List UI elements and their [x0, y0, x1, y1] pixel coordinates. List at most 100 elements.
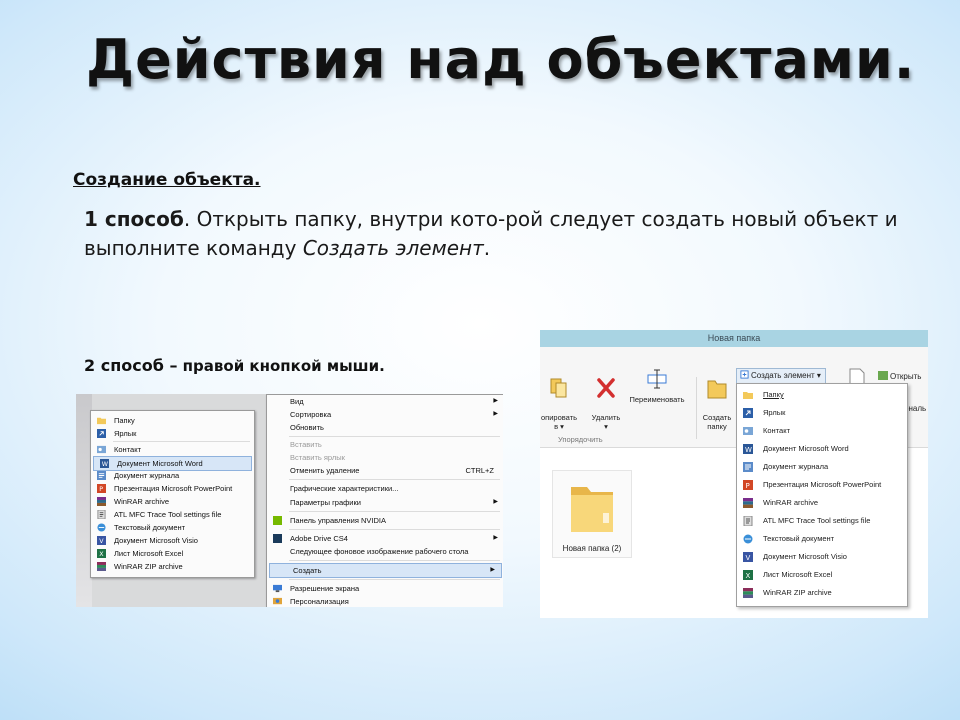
dropdown-item-winrar[interactable]: WinRAR archive — [737, 494, 907, 512]
dropdown-item-word[interactable]: W Документ Microsoft Word — [737, 440, 907, 458]
new-item-button[interactable]: Создать элемент ▾ — [736, 368, 826, 384]
personalize-icon — [273, 597, 282, 605]
menu-item-paste-shortcut[interactable]: Вставить ярлык — [267, 451, 503, 464]
journal-icon — [743, 462, 753, 472]
method-2-body: правой кнопкой мыши. — [177, 357, 385, 375]
contact-icon — [97, 445, 106, 454]
menu-item-adobe-drive[interactable]: Adobe Drive CS4 ▶ — [267, 532, 503, 545]
text-document-icon — [743, 534, 753, 544]
menu-item-refresh[interactable]: Обновить — [267, 421, 503, 434]
new-folder-button[interactable]: Создать папку — [698, 367, 736, 431]
rename-icon — [647, 369, 667, 389]
winrar-icon — [97, 497, 106, 506]
method-1-lead: 1 способ — [84, 207, 184, 231]
menu-item-sort[interactable]: Сортировка ▶ — [267, 408, 503, 421]
submenu-item-powerpoint[interactable]: P Презентация Microsoft PowerPoint — [91, 482, 254, 495]
contact-icon — [743, 427, 753, 435]
menu-separator — [289, 479, 500, 480]
word-icon: W — [100, 459, 109, 468]
menu-item-view[interactable]: Вид ▶ — [267, 395, 503, 408]
dropdown-item-shortcut[interactable]: Ярлык — [737, 404, 907, 422]
dropdown-item-winrar-zip[interactable]: WinRAR ZIP archive — [737, 584, 907, 602]
svg-text:P: P — [99, 486, 103, 493]
method-1-body: . Открыть папку, внутри кото-рой следует… — [84, 207, 898, 260]
folder-icon — [571, 487, 613, 532]
window-title: Новая папка — [540, 330, 928, 347]
delete-x-icon — [597, 378, 615, 398]
chevron-right-icon: ▶ — [493, 411, 498, 417]
menu-separator — [289, 436, 500, 437]
method-1-end: . — [483, 236, 491, 260]
submenu-item-atl-settings[interactable]: ATL MFC Trace Tool settings file — [91, 508, 254, 521]
delete-button[interactable]: Удалить ▾ — [588, 367, 624, 431]
chevron-right-icon: ▶ — [493, 499, 498, 505]
submenu-item-visio[interactable]: V Документ Microsoft Visio — [91, 534, 254, 547]
menu-separator — [289, 511, 500, 512]
submenu-item-folder[interactable]: Папку — [91, 414, 254, 427]
submenu-item-text-document[interactable]: Текстовый документ — [91, 521, 254, 534]
menu-item-personalize[interactable]: Персонализация — [267, 595, 503, 607]
dropdown-item-atl-settings[interactable]: ATL MFC Trace Tool settings file — [737, 512, 907, 530]
rename-button[interactable]: Переименовать — [622, 367, 692, 404]
svg-text:W: W — [745, 446, 752, 454]
chevron-right-icon: ▶ — [493, 535, 498, 541]
svg-text:V: V — [99, 538, 104, 545]
excel-icon: X — [97, 549, 106, 558]
menu-item-resolution[interactable]: Разрешение экрана — [267, 582, 503, 595]
dropdown-item-powerpoint[interactable]: P Презентация Microsoft PowerPoint — [737, 476, 907, 494]
dropdown-item-folder[interactable]: Папку — [737, 386, 907, 404]
nvidia-icon — [273, 516, 282, 525]
create-submenu: Папку Ярлык Контакт W Документ Microsoft… — [90, 410, 255, 578]
open-button[interactable]: Открыть — [878, 371, 921, 381]
display-icon — [273, 584, 282, 593]
method-1-command: Создать элемент — [302, 236, 484, 260]
svg-text:X: X — [746, 572, 751, 580]
slide-title: Действия над объектами. — [86, 28, 916, 91]
svg-text:P: P — [746, 482, 750, 490]
chevron-right-icon: ▶ — [493, 398, 498, 404]
excel-icon: X — [743, 570, 753, 580]
text-document-icon — [97, 523, 106, 532]
powerpoint-icon: P — [743, 480, 753, 490]
svg-text:W: W — [102, 461, 109, 468]
folder-item[interactable]: Новая папка (2) — [552, 470, 632, 558]
folder-icon — [743, 392, 753, 399]
dropdown-item-contact[interactable]: Контакт — [737, 422, 907, 440]
new-item-icon — [740, 370, 749, 379]
word-icon: W — [743, 444, 753, 454]
dropdown-item-text-document[interactable]: Текстовый документ — [737, 530, 907, 548]
menu-item-create[interactable]: Создать ▶ — [269, 563, 502, 578]
shortcut-icon — [97, 429, 106, 438]
copy-to-icon — [550, 378, 567, 398]
copy-to-button[interactable]: опировать в ▾ — [540, 367, 584, 431]
powerpoint-icon: P — [97, 484, 106, 493]
dropdown-item-excel[interactable]: X Лист Microsoft Excel — [737, 566, 907, 584]
menu-separator — [113, 441, 250, 442]
desktop-context-menu: Вид ▶ Сортировка ▶ Обновить Вставить Встав… — [266, 394, 503, 607]
menu-item-paste[interactable]: Вставить — [267, 438, 503, 451]
visio-icon: V — [97, 536, 106, 545]
menu-item-next-background[interactable]: Следующее фоновое изображение рабочего с… — [267, 545, 503, 558]
folder-icon — [97, 417, 106, 425]
submenu-item-journal[interactable]: Документ журнала — [91, 469, 254, 482]
chevron-right-icon: ▶ — [490, 567, 495, 573]
dropdown-item-journal[interactable]: Документ журнала — [737, 458, 907, 476]
new-folder-icon — [707, 380, 727, 399]
dropdown-item-visio[interactable]: V Документ Microsoft Visio — [737, 548, 907, 566]
menu-separator — [289, 579, 500, 580]
settings-file-icon — [97, 510, 106, 519]
menu-item-undo-delete[interactable]: Отменить удаление CTRL+Z — [267, 464, 503, 477]
journal-icon — [97, 471, 106, 480]
submenu-item-contact[interactable]: Контакт — [91, 443, 254, 456]
menu-item-nvidia[interactable]: Панель управления NVIDIA — [267, 514, 503, 527]
submenu-item-winrar[interactable]: WinRAR archive — [91, 495, 254, 508]
menu-item-graphics-props[interactable]: Графические характеристики... — [267, 482, 503, 495]
ribbon-group-label: Упорядочить — [558, 435, 603, 444]
shortcut-icon — [743, 408, 753, 418]
submenu-item-winrar-zip[interactable]: WinRAR ZIP archive — [91, 560, 254, 573]
menu-separator — [289, 529, 500, 530]
submenu-item-excel[interactable]: X Лист Microsoft Excel — [91, 547, 254, 560]
menu-item-graphics-params[interactable]: Параметры графики ▶ — [267, 496, 503, 509]
svg-text:V: V — [746, 554, 751, 562]
submenu-item-shortcut[interactable]: Ярлык — [91, 427, 254, 440]
